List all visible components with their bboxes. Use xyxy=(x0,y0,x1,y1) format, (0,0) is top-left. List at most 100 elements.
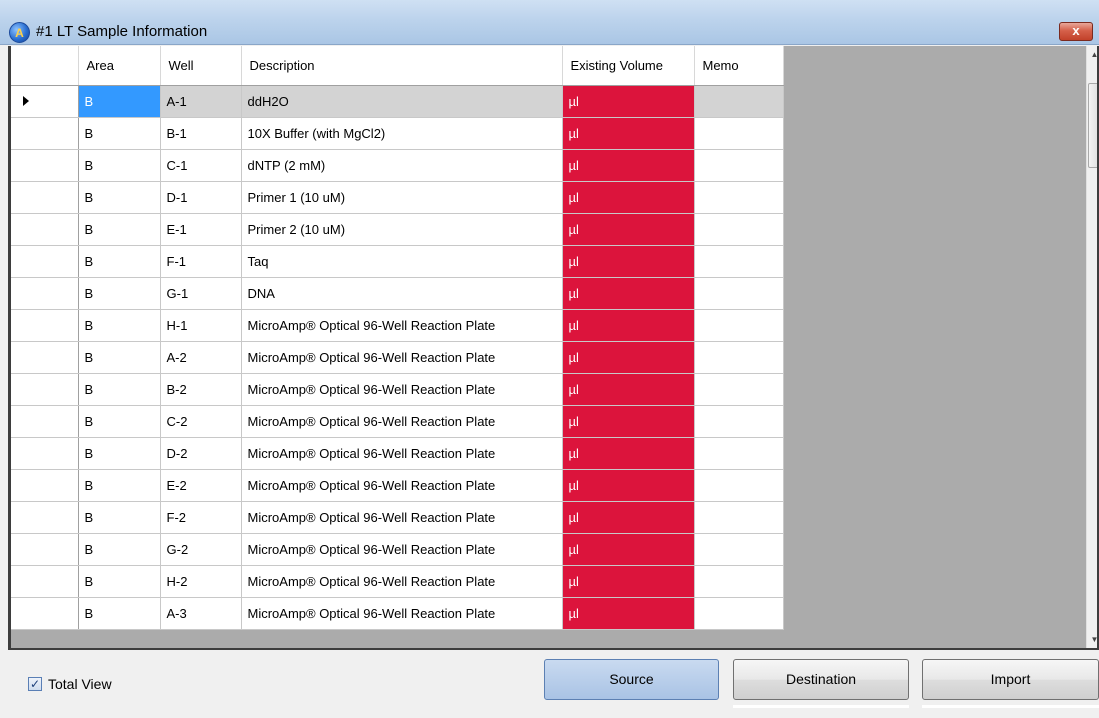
table-row[interactable]: B F-1 Taq µl xyxy=(11,245,784,278)
cell-existing-volume[interactable]: µl xyxy=(562,565,695,598)
scroll-up-arrow-icon[interactable]: ▲ xyxy=(1087,46,1097,63)
column-header-existing-volume[interactable]: Existing Volume xyxy=(562,46,695,86)
cell-memo[interactable] xyxy=(694,85,784,118)
cell-memo[interactable] xyxy=(694,149,784,182)
cell-area[interactable]: B xyxy=(78,373,161,406)
cell-area[interactable]: B xyxy=(78,437,161,470)
cell-description[interactable]: MicroAmp® Optical 96-Well Reaction Plate xyxy=(241,501,563,534)
close-button[interactable]: x xyxy=(1059,22,1093,41)
table-row[interactable]: B C-2 MicroAmp® Optical 96-Well Reaction P… xyxy=(11,405,784,438)
cell-description[interactable]: 10X Buffer (with MgCl2) xyxy=(241,117,563,150)
table-row[interactable]: B D-1 Primer 1 (10 uM) µl xyxy=(11,181,784,214)
row-header[interactable] xyxy=(11,565,79,598)
cell-well[interactable]: E-2 xyxy=(160,469,242,502)
source-button[interactable]: Source xyxy=(544,659,719,700)
cell-memo[interactable] xyxy=(694,309,784,342)
cell-memo[interactable] xyxy=(694,405,784,438)
table-row[interactable]: B E-1 Primer 2 (10 uM) µl xyxy=(11,213,784,246)
row-header[interactable] xyxy=(11,437,79,470)
cell-description[interactable]: dNTP (2 mM) xyxy=(241,149,563,182)
cell-existing-volume[interactable]: µl xyxy=(562,245,695,278)
table-row[interactable]: B B-1 10X Buffer (with MgCl2) µl xyxy=(11,117,784,150)
row-header[interactable] xyxy=(11,373,79,406)
import-button[interactable]: Import xyxy=(922,659,1099,700)
cell-well[interactable]: C-1 xyxy=(160,149,242,182)
cell-description[interactable]: DNA xyxy=(241,277,563,310)
row-header[interactable] xyxy=(11,309,79,342)
cell-memo[interactable] xyxy=(694,533,784,566)
table-row[interactable]: B C-1 dNTP (2 mM) µl xyxy=(11,149,784,182)
table-row[interactable]: B B-2 MicroAmp® Optical 96-Well Reaction P… xyxy=(11,373,784,406)
row-header[interactable] xyxy=(11,277,79,310)
cell-well[interactable]: C-2 xyxy=(160,405,242,438)
cell-description[interactable]: ddH2O xyxy=(241,85,563,118)
cell-existing-volume[interactable]: µl xyxy=(562,181,695,214)
cell-memo[interactable] xyxy=(694,341,784,374)
vertical-scrollbar[interactable]: ▲ ▼ xyxy=(1086,46,1097,648)
cell-area[interactable]: B xyxy=(78,597,161,630)
cell-description[interactable]: MicroAmp® Optical 96-Well Reaction Plate xyxy=(241,373,563,406)
cell-area[interactable]: B xyxy=(78,245,161,278)
row-header[interactable] xyxy=(11,213,79,246)
cell-existing-volume[interactable]: µl xyxy=(562,597,695,630)
cell-well[interactable]: B-1 xyxy=(160,117,242,150)
table-row[interactable]: B F-2 MicroAmp® Optical 96-Well Reaction P… xyxy=(11,501,784,534)
cell-well[interactable]: A-3 xyxy=(160,597,242,630)
cell-existing-volume[interactable]: µl xyxy=(562,213,695,246)
row-header[interactable] xyxy=(11,85,79,118)
cell-existing-volume[interactable]: µl xyxy=(562,437,695,470)
cell-memo[interactable] xyxy=(694,469,784,502)
row-header[interactable] xyxy=(11,149,79,182)
cell-memo[interactable] xyxy=(694,181,784,214)
cell-existing-volume[interactable]: µl xyxy=(562,469,695,502)
cell-area[interactable]: B xyxy=(78,181,161,214)
cell-well[interactable]: D-1 xyxy=(160,181,242,214)
cell-area[interactable]: B xyxy=(78,309,161,342)
row-header[interactable] xyxy=(11,533,79,566)
column-header-description[interactable]: Description xyxy=(241,46,563,86)
table-row[interactable]: B A-2 MicroAmp® Optical 96-Well Reaction P… xyxy=(11,341,784,374)
cell-existing-volume[interactable]: µl xyxy=(562,373,695,406)
cell-area[interactable]: B xyxy=(78,533,161,566)
scroll-thumb[interactable] xyxy=(1088,83,1097,168)
cell-description[interactable]: Primer 1 (10 uM) xyxy=(241,181,563,214)
row-header[interactable] xyxy=(11,597,79,630)
cell-existing-volume[interactable]: µl xyxy=(562,533,695,566)
cell-description[interactable]: Taq xyxy=(241,245,563,278)
cell-description[interactable]: MicroAmp® Optical 96-Well Reaction Plate xyxy=(241,437,563,470)
cell-description[interactable]: MicroAmp® Optical 96-Well Reaction Plate xyxy=(241,469,563,502)
cell-memo[interactable] xyxy=(694,373,784,406)
cell-memo[interactable] xyxy=(694,277,784,310)
column-header-memo[interactable]: Memo xyxy=(694,46,784,86)
column-header-well[interactable]: Well xyxy=(160,46,242,86)
table-row[interactable]: B H-1 MicroAmp® Optical 96-Well Reaction P… xyxy=(11,309,784,342)
cell-existing-volume[interactable]: µl xyxy=(562,117,695,150)
cell-well[interactable]: G-2 xyxy=(160,533,242,566)
row-header[interactable] xyxy=(11,405,79,438)
cell-well[interactable]: G-1 xyxy=(160,277,242,310)
cell-well[interactable]: F-1 xyxy=(160,245,242,278)
scroll-down-arrow-icon[interactable]: ▼ xyxy=(1087,631,1097,648)
cell-existing-volume[interactable]: µl xyxy=(562,501,695,534)
destination-button[interactable]: Destination xyxy=(733,659,909,700)
cell-existing-volume[interactable]: µl xyxy=(562,149,695,182)
cell-description[interactable]: Primer 2 (10 uM) xyxy=(241,213,563,246)
cell-memo[interactable] xyxy=(694,597,784,630)
cell-existing-volume[interactable]: µl xyxy=(562,277,695,310)
cell-existing-volume[interactable]: µl xyxy=(562,405,695,438)
row-header[interactable] xyxy=(11,181,79,214)
table-row[interactable]: B G-1 DNA µl xyxy=(11,277,784,310)
table-row[interactable]: B D-2 MicroAmp® Optical 96-Well Reaction P… xyxy=(11,437,784,470)
cell-existing-volume[interactable]: µl xyxy=(562,85,695,118)
cell-description[interactable]: MicroAmp® Optical 96-Well Reaction Plate xyxy=(241,341,563,374)
table-row[interactable]: B G-2 MicroAmp® Optical 96-Well Reaction P… xyxy=(11,533,784,566)
cell-memo[interactable] xyxy=(694,245,784,278)
cell-existing-volume[interactable]: µl xyxy=(562,341,695,374)
row-header[interactable] xyxy=(11,341,79,374)
cell-area[interactable]: B xyxy=(78,85,161,118)
cell-area[interactable]: B xyxy=(78,469,161,502)
cell-well[interactable]: H-2 xyxy=(160,565,242,598)
table-row[interactable]: B H-2 MicroAmp® Optical 96-Well Reaction P… xyxy=(11,565,784,598)
cell-well[interactable]: B-2 xyxy=(160,373,242,406)
table-row[interactable]: B A-3 MicroAmp® Optical 96-Well Reaction P… xyxy=(11,597,784,630)
